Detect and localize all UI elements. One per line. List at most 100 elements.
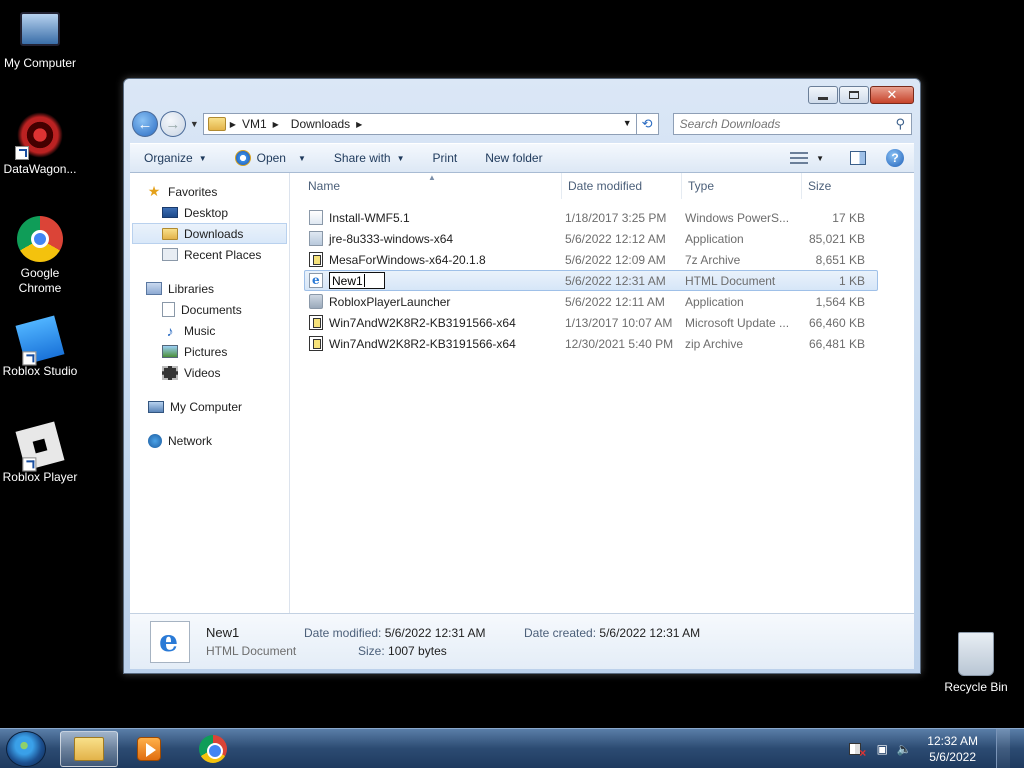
- forward-button[interactable]: →: [159, 111, 186, 137]
- nav-item-libraries[interactable]: Libraries: [130, 278, 289, 299]
- print-label: Print: [432, 151, 458, 165]
- nav-label: Music: [184, 323, 216, 338]
- desktop-icon-datawagon[interactable]: DataWagon...: [0, 112, 80, 177]
- recent-pages-dropdown[interactable]: ▼: [190, 119, 199, 129]
- file-type: Windows PowerS...: [685, 210, 790, 225]
- clock-date: 5/6/2022: [929, 750, 976, 764]
- chevron-down-icon: ▼: [198, 153, 207, 163]
- nav-item-music[interactable]: ♪ Music: [130, 320, 289, 341]
- details-date-modified: 5/6/2022 12:31 AM: [384, 625, 486, 640]
- refresh-icon: ⟲: [641, 116, 653, 131]
- desktop-icon-roblox-player[interactable]: Roblox Player: [0, 421, 80, 485]
- details-size: 1007 bytes: [388, 643, 447, 658]
- nav-item-documents[interactable]: Documents: [130, 299, 289, 320]
- organize-menu[interactable]: Organize ▼: [130, 146, 221, 170]
- taskbar-media-player-button[interactable]: [120, 731, 178, 767]
- nav-item-videos[interactable]: Videos: [130, 362, 289, 383]
- back-button[interactable]: ←: [132, 111, 158, 137]
- nav-label: Pictures: [184, 344, 228, 359]
- content-area: ★ Favorites Desktop Downloads Recent Plac…: [130, 172, 914, 613]
- desktop-icon-google-chrome[interactable]: Google Chrome: [0, 216, 80, 296]
- chrome-icon: [199, 735, 227, 763]
- nav-label: Libraries: [168, 281, 215, 296]
- file-row[interactable]: Install-WMF5.1 1/18/2017 3:25 PM Windows…: [304, 207, 878, 228]
- breadcrumb-downloads[interactable]: Downloads ▶: [285, 117, 369, 131]
- taskbar-chrome-button[interactable]: [184, 731, 242, 767]
- change-view-button[interactable]: ▼: [790, 152, 824, 164]
- search-input[interactable]: [679, 117, 880, 131]
- nav-item-recent-places[interactable]: Recent Places: [130, 244, 289, 265]
- powershell-file-icon: [309, 210, 323, 225]
- maximize-button[interactable]: [839, 86, 869, 104]
- clock[interactable]: 12:32 AM 5/6/2022: [927, 733, 978, 765]
- desktop-icon-my-computer[interactable]: My Computer: [0, 10, 80, 71]
- desktop-icon-label: DataWagon...: [3, 162, 77, 176]
- zip-archive-icon: [309, 336, 323, 351]
- chevron-right-icon[interactable]: ▶: [356, 120, 362, 129]
- desktop-icon-recycle-bin[interactable]: Recycle Bin: [936, 632, 1016, 695]
- computer-icon: [20, 12, 60, 46]
- start-button[interactable]: [6, 731, 46, 767]
- file-row[interactable]: MesaForWindows-x64-20.1.8 5/6/2022 12:09…: [304, 249, 878, 270]
- breadcrumb-label: Downloads: [290, 117, 351, 131]
- nav-item-network[interactable]: Network: [130, 430, 289, 451]
- file-row[interactable]: Win7AndW2K8R2-KB3191566-x64 1/13/2017 10…: [304, 312, 878, 333]
- chevron-right-icon[interactable]: ▶: [273, 120, 279, 129]
- file-size: 1,564 KB: [815, 294, 865, 309]
- network-icon[interactable]: ▣: [875, 742, 889, 756]
- search-icon[interactable]: ⚲: [895, 116, 905, 132]
- explorer-window: ✕ ← → ▼ ▶ VM1 ▶ Downloads ▶ ▼ ⟲ ⚲ Organi…: [123, 78, 921, 674]
- file-date: 1/13/2017 10:07 AM: [565, 315, 673, 330]
- details-date-created-label: Date created:: [524, 625, 597, 640]
- file-row-selected[interactable]: New1 5/6/2022 12:31 AM HTML Document 1 K…: [304, 270, 878, 291]
- text-cursor: [363, 274, 365, 287]
- share-with-menu[interactable]: Share with ▼: [320, 146, 419, 170]
- breadcrumb-vm1[interactable]: VM1 ▶: [236, 117, 285, 131]
- file-size: 8,651 KB: [815, 252, 865, 267]
- column-header-name[interactable]: ▲ Name: [290, 172, 562, 199]
- volume-icon[interactable]: 🔈: [897, 742, 912, 756]
- help-icon[interactable]: ?: [886, 149, 904, 167]
- refresh-button[interactable]: ⟲: [636, 113, 659, 135]
- column-headers: ▲ Name Date modified Type Size: [290, 172, 914, 199]
- nav-item-downloads[interactable]: Downloads: [132, 223, 287, 244]
- file-row[interactable]: RobloxPlayerLauncher 5/6/2022 12:11 AM A…: [304, 291, 878, 312]
- column-label: Date modified: [568, 178, 643, 193]
- nav-item-desktop[interactable]: Desktop: [130, 202, 289, 223]
- preview-pane-icon[interactable]: [850, 151, 866, 165]
- file-row[interactable]: jre-8u333-windows-x64 5/6/2022 12:12 AM …: [304, 228, 878, 249]
- nav-item-favorites[interactable]: ★ Favorites: [130, 181, 289, 202]
- print-button[interactable]: Print: [419, 146, 472, 170]
- file-row[interactable]: Win7AndW2K8R2-KB3191566-x64 12/30/2021 5…: [304, 333, 878, 354]
- show-desktop-button[interactable]: [996, 729, 1010, 768]
- desktop-icon-roblox-studio[interactable]: Roblox Studio: [0, 315, 80, 379]
- window-controls: ✕: [808, 86, 914, 104]
- taskbar-explorer-button[interactable]: [60, 731, 118, 767]
- action-center-flag-icon[interactable]: [849, 743, 866, 760]
- column-header-type[interactable]: Type: [682, 172, 802, 199]
- new-folder-button[interactable]: New folder: [471, 146, 556, 170]
- recent-places-icon: [162, 248, 178, 261]
- desktop-icon-label: My Computer: [3, 56, 77, 70]
- rename-input[interactable]: New1: [329, 272, 385, 289]
- nav-label: Network: [168, 433, 213, 448]
- file-type: Application: [685, 231, 744, 246]
- address-dropdown-icon[interactable]: ▼: [623, 118, 632, 128]
- nav-label: Favorites: [168, 184, 218, 199]
- open-menu[interactable]: Open ▼: [221, 146, 320, 170]
- file-date: 12/30/2021 5:40 PM: [565, 336, 674, 351]
- address-bar[interactable]: ▶ VM1 ▶ Downloads ▶ ▼: [202, 113, 637, 135]
- roblox-studio-icon: [15, 315, 65, 366]
- close-button[interactable]: ✕: [870, 86, 914, 104]
- chevron-down-icon: ▼: [816, 153, 824, 163]
- open-label: Open: [256, 151, 286, 165]
- search-box[interactable]: ⚲: [672, 113, 912, 135]
- folder-icon: [207, 117, 226, 131]
- nav-item-pictures[interactable]: Pictures: [130, 341, 289, 362]
- html-document-icon: [150, 620, 190, 663]
- nav-item-my-computer[interactable]: My Computer: [130, 396, 289, 417]
- minimize-button[interactable]: [808, 86, 838, 104]
- column-header-size[interactable]: Size: [802, 173, 882, 199]
- column-header-date-modified[interactable]: Date modified: [562, 172, 682, 199]
- navigation-pane: ★ Favorites Desktop Downloads Recent Plac…: [130, 173, 290, 613]
